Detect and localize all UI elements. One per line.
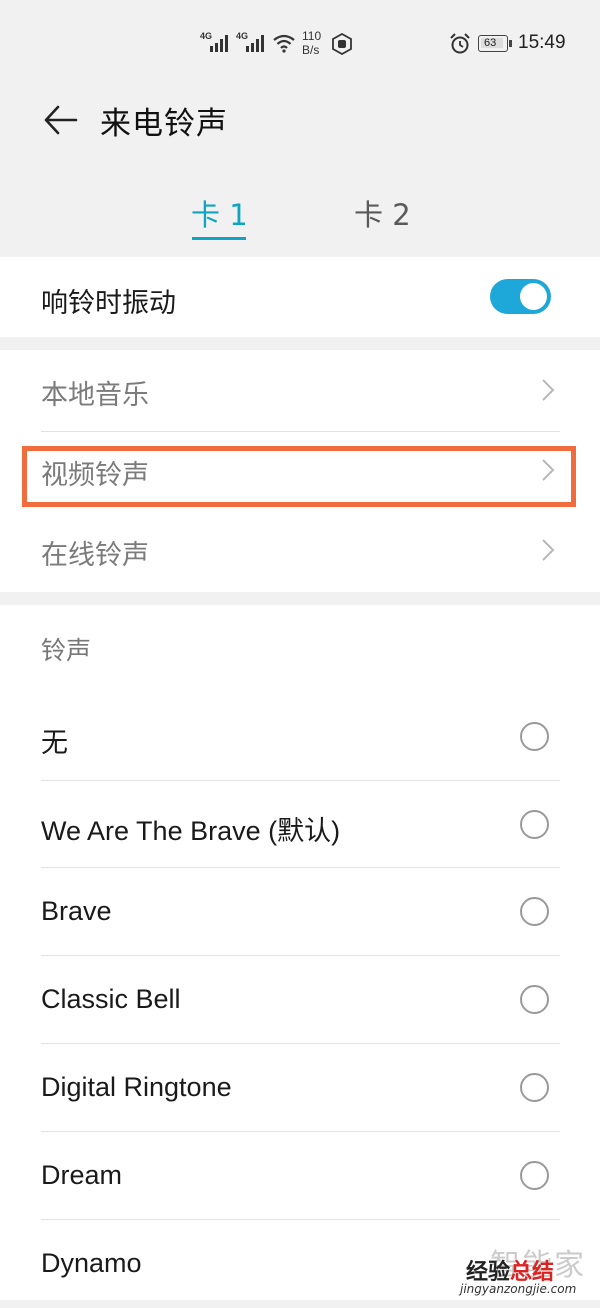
watermark-url: jingyanzongjie.com bbox=[460, 1282, 577, 1296]
signal-icon bbox=[246, 35, 264, 52]
ringtone-item[interactable]: Classic Bell bbox=[0, 956, 600, 1044]
back-arrow-icon[interactable] bbox=[42, 100, 82, 140]
video-ringtone-label: 视频铃声 bbox=[41, 460, 149, 491]
page-title: 来电铃声 bbox=[100, 106, 228, 142]
status-bar: 4G 4G 110 B/s 63 15:49 bbox=[0, 0, 600, 88]
battery-level: 63 bbox=[484, 37, 497, 49]
radio-button[interactable] bbox=[520, 810, 549, 839]
ringtone-label: Dream bbox=[41, 1160, 123, 1190]
vibrate-toggle[interactable] bbox=[490, 279, 551, 314]
ringtone-item[interactable]: We Are The Brave (默认) bbox=[0, 781, 600, 869]
ringtone-label: We Are The Brave (默认) bbox=[41, 816, 341, 846]
ringtone-item[interactable]: Digital Ringtone bbox=[0, 1044, 600, 1132]
toggle-knob bbox=[520, 283, 547, 310]
signal-icon bbox=[210, 35, 228, 52]
radio-button[interactable] bbox=[520, 985, 549, 1014]
ringtone-section-heading: 铃声 bbox=[41, 636, 92, 665]
radio-button[interactable] bbox=[520, 897, 549, 926]
ringtone-item[interactable]: Brave bbox=[0, 868, 600, 956]
speed-value: 110 bbox=[302, 29, 322, 43]
watermark: 智能家 经验总结 jingyanzongjie.com bbox=[458, 1240, 598, 1298]
wifi-icon bbox=[273, 34, 295, 53]
ringtone-label: 无 bbox=[41, 728, 68, 758]
chevron-right-icon bbox=[542, 459, 555, 481]
online-ringtone-label: 在线铃声 bbox=[41, 540, 149, 571]
tab-card-2[interactable]: 卡 2 bbox=[354, 192, 411, 234]
local-music-label: 本地音乐 bbox=[41, 380, 149, 411]
chevron-right-icon bbox=[542, 539, 555, 561]
hand-icon bbox=[332, 33, 352, 55]
chevron-right-icon bbox=[542, 379, 555, 401]
battery-icon: 63 bbox=[478, 35, 512, 52]
ringtone-label: Dynamo bbox=[41, 1248, 142, 1278]
ringtone-label: Brave bbox=[41, 896, 112, 926]
radio-button[interactable] bbox=[520, 722, 549, 751]
radio-button[interactable] bbox=[520, 1161, 549, 1190]
active-tab-indicator bbox=[192, 237, 246, 240]
alarm-icon bbox=[450, 33, 470, 54]
ringtone-label: Digital Ringtone bbox=[41, 1072, 232, 1102]
vibrate-label: 响铃时振动 bbox=[41, 288, 176, 319]
radio-button[interactable] bbox=[520, 1073, 549, 1102]
ringtone-item[interactable]: Dream bbox=[0, 1132, 600, 1220]
network-speed: 110 B/s bbox=[302, 29, 321, 57]
clock: 15:49 bbox=[518, 32, 566, 53]
ringtone-item[interactable]: 无 bbox=[0, 693, 600, 781]
speed-unit: B/s bbox=[302, 43, 320, 57]
ringtone-label: Classic Bell bbox=[41, 984, 181, 1014]
tab-card-1[interactable]: 卡 1 bbox=[191, 192, 248, 234]
